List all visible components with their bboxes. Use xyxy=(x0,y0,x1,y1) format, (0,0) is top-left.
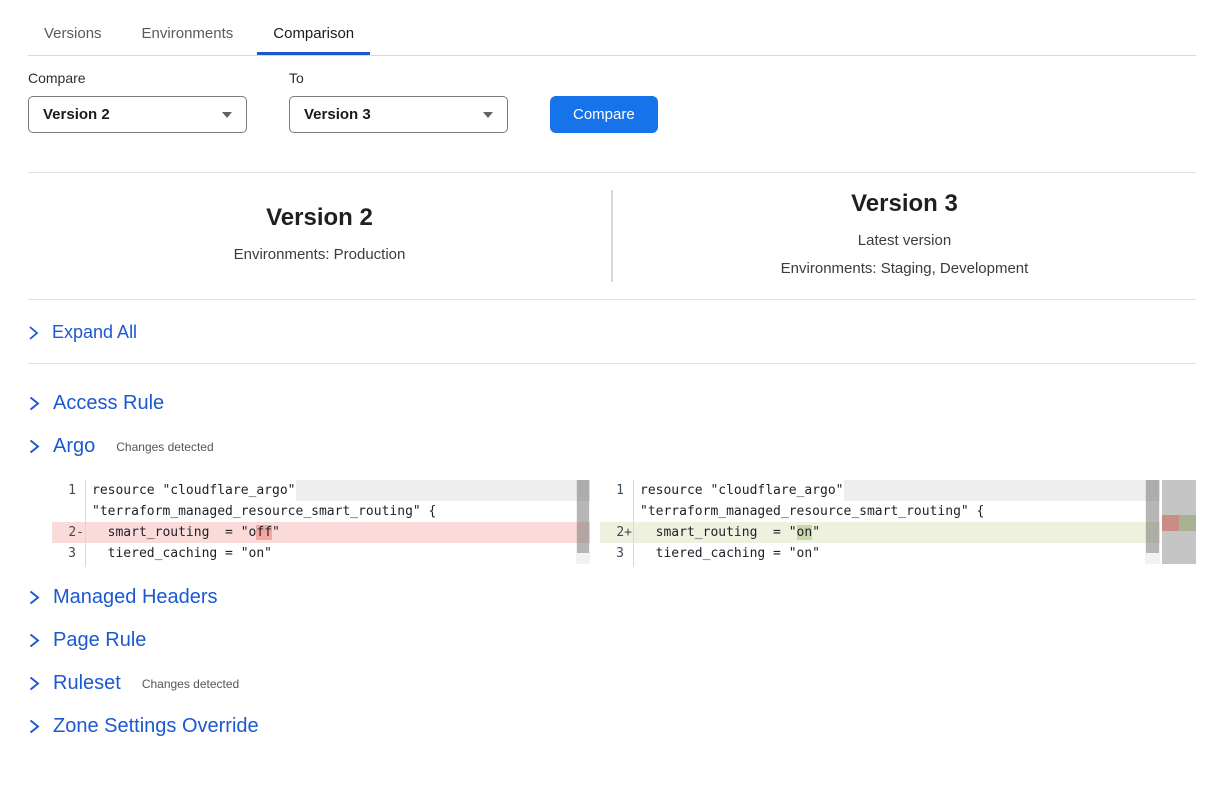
code-text: smart_routing = "off" xyxy=(86,522,280,543)
section-page-rule[interactable]: Page Rule xyxy=(28,629,1196,652)
line-number: 3 xyxy=(52,543,86,564)
code-text: resource "cloudflare_argo" xyxy=(86,480,296,501)
section-managed-headers[interactable]: Managed Headers xyxy=(28,586,1196,609)
to-version-select[interactable]: Version 3 xyxy=(289,96,508,133)
chevron-right-icon xyxy=(28,589,40,606)
left-version-title: Version 2 xyxy=(28,204,611,232)
line-number: 2- xyxy=(52,522,86,543)
tab-bar: Versions Environments Comparison xyxy=(28,0,1196,56)
left-version-header: Version 2 Environments: Production xyxy=(28,204,611,269)
section-label: Access Rule xyxy=(53,392,164,415)
overview-removed-marker xyxy=(1162,515,1179,531)
line-number xyxy=(52,564,86,567)
diff-right-pane: 1 resource "cloudflare_argo" "terraform_… xyxy=(600,480,1196,567)
right-version-note: Latest version xyxy=(613,227,1196,255)
code-line: 3 tiered_caching = "on" xyxy=(52,543,590,564)
right-version-environments: Environments: Staging, Development xyxy=(613,255,1196,283)
code-text: resource "cloudflare_argo" xyxy=(634,480,844,501)
code-line-added: 2+ smart_routing = "on" xyxy=(600,522,1196,543)
code-line: "terraform_managed_resource_smart_routin… xyxy=(52,501,590,522)
line-number: 1 xyxy=(52,480,86,501)
compare-version-select-value: Version 2 xyxy=(43,106,110,123)
scrollbar-track[interactable] xyxy=(576,480,590,564)
changes-badge: Changes detected xyxy=(142,677,239,691)
scrollbar-track[interactable] xyxy=(1145,480,1160,564)
code-text: "terraform_managed_resource_smart_routin… xyxy=(634,501,984,522)
chevron-right-icon xyxy=(28,395,40,412)
code-line: 1 resource "cloudflare_argo" xyxy=(600,480,1196,501)
section-label: Managed Headers xyxy=(53,586,218,609)
argo-diff: 1 resource "cloudflare_argo" "terraform_… xyxy=(52,480,1196,567)
code-line: 3 tiered_caching = "on" xyxy=(600,543,1196,564)
line-number xyxy=(52,501,86,522)
version-headers: Version 2 Environments: Production Versi… xyxy=(28,173,1196,300)
line-shade xyxy=(296,480,591,501)
code-line: } xyxy=(600,564,1196,567)
scrollbar-thumb[interactable] xyxy=(577,480,589,553)
code-line: 1 resource "cloudflare_argo" xyxy=(52,480,590,501)
comparison-page: Versions Environments Comparison Compare… xyxy=(0,0,1224,738)
section-label: Argo xyxy=(53,435,95,458)
compare-field-label: Compare xyxy=(28,70,247,86)
chevron-right-icon xyxy=(28,675,40,692)
code-text: tiered_caching = "on" xyxy=(634,543,820,564)
section-argo[interactable]: Argo Changes detected xyxy=(28,435,1196,458)
code-text: } xyxy=(634,564,648,567)
code-text: smart_routing = "on" xyxy=(634,522,820,543)
line-number xyxy=(600,501,634,522)
code-line-removed: 2- smart_routing = "off" xyxy=(52,522,590,543)
scrollbar-thumb[interactable] xyxy=(1146,480,1159,553)
line-number: 1 xyxy=(600,480,634,501)
section-label: Ruleset xyxy=(53,672,121,695)
to-version-select-value: Version 3 xyxy=(304,106,371,123)
tab-versions[interactable]: Versions xyxy=(28,17,118,55)
right-version-title: Version 3 xyxy=(613,190,1196,218)
code-text: } xyxy=(86,564,100,567)
added-word-highlight: on xyxy=(797,525,813,540)
to-field: To Version 3 xyxy=(289,70,508,133)
expand-all-label: Expand All xyxy=(52,322,137,343)
code-text: tiered_caching = "on" xyxy=(86,543,272,564)
chevron-right-icon xyxy=(28,325,39,341)
expand-all-button[interactable]: Expand All xyxy=(28,300,1196,364)
compare-button[interactable]: Compare xyxy=(550,96,658,133)
section-label: Page Rule xyxy=(53,629,146,652)
to-field-label: To xyxy=(289,70,508,86)
chevron-right-icon xyxy=(28,438,40,455)
section-access-rule[interactable]: Access Rule xyxy=(28,392,1196,415)
overview-added-marker xyxy=(1179,515,1196,531)
code-text: "terraform_managed_resource_smart_routin… xyxy=(86,501,436,522)
chevron-right-icon xyxy=(28,718,40,735)
section-zone-settings-override[interactable]: Zone Settings Override xyxy=(28,715,1196,738)
right-version-header: Version 3 Latest version Environments: S… xyxy=(613,190,1196,283)
tab-environments[interactable]: Environments xyxy=(126,17,250,55)
line-shade xyxy=(844,480,1197,501)
line-number: 2+ xyxy=(600,522,634,543)
diff-overview-ruler[interactable] xyxy=(1162,480,1196,564)
compare-form: Compare Version 2 To Version 3 Compare xyxy=(28,70,1196,133)
compare-field: Compare Version 2 xyxy=(28,70,247,133)
chevron-right-icon xyxy=(28,632,40,649)
chevron-down-icon xyxy=(483,112,493,118)
removed-word-highlight: ff xyxy=(256,525,272,540)
chevron-down-icon xyxy=(222,112,232,118)
line-number: 3 xyxy=(600,543,634,564)
code-line: } xyxy=(52,564,590,567)
diff-left-pane: 1 resource "cloudflare_argo" "terraform_… xyxy=(52,480,590,567)
line-number xyxy=(600,564,634,567)
compare-version-select[interactable]: Version 2 xyxy=(28,96,247,133)
changes-badge: Changes detected xyxy=(116,440,213,454)
section-ruleset[interactable]: Ruleset Changes detected xyxy=(28,672,1196,695)
left-version-environments: Environments: Production xyxy=(28,241,611,269)
section-label: Zone Settings Override xyxy=(53,715,259,738)
code-line: "terraform_managed_resource_smart_routin… xyxy=(600,501,1196,522)
tab-comparison[interactable]: Comparison xyxy=(257,17,370,55)
